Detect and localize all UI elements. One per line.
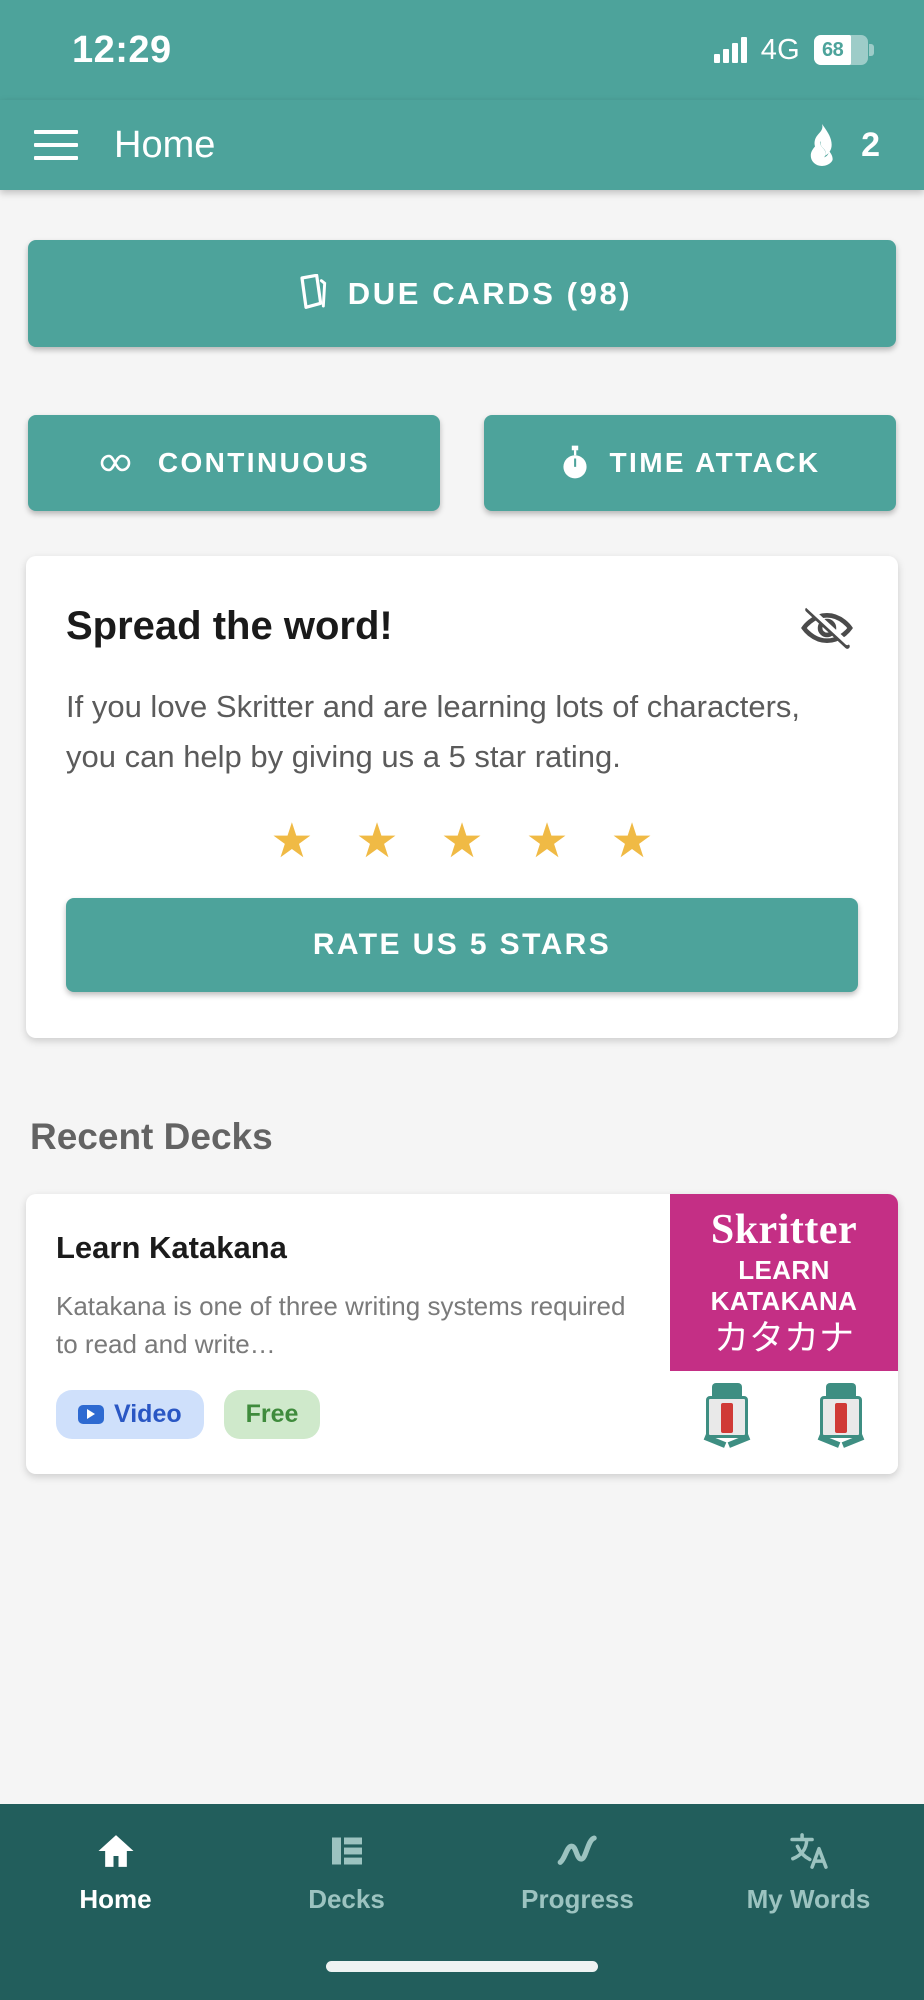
- recent-decks-title: Recent Decks: [30, 1116, 273, 1158]
- time-attack-button[interactable]: TIME ATTACK: [484, 415, 896, 511]
- star-icon[interactable]: ★: [270, 818, 313, 866]
- continuous-button[interactable]: CONTINUOUS: [28, 415, 440, 511]
- scroll-content: DUE CARDS (98) CONTINUOUS TIME ATTACK Sp…: [0, 190, 924, 1475]
- deck-thumbnail-image: [808, 1383, 874, 1455]
- nav-item-home[interactable]: Home: [0, 1830, 231, 1915]
- banner-brand-label: Skritter: [710, 1207, 858, 1254]
- star-icon[interactable]: ★: [526, 818, 569, 866]
- deck-chip-video[interactable]: Video: [56, 1389, 204, 1439]
- promo-body-text: If you love Skritter and are learning lo…: [66, 689, 801, 775]
- nav-label: Progress: [521, 1884, 634, 1914]
- nav-label: Home: [79, 1884, 152, 1914]
- eye-off-icon[interactable]: [800, 604, 854, 652]
- star-icon[interactable]: ★: [611, 818, 654, 866]
- deck-banner: Skritter LEARN KATAKANA カタカナ: [670, 1194, 898, 1372]
- due-cards-label: DUE CARDS (98): [347, 275, 633, 311]
- app-bar: Home 2: [0, 100, 924, 190]
- bottom-navigation-bar: Home Decks Progress My Words: [0, 1804, 924, 2000]
- status-bar: 12:29 4G 68: [0, 0, 924, 100]
- time-attack-label: TIME ATTACK: [609, 447, 821, 478]
- study-mode-row: CONTINUOUS TIME ATTACK: [0, 347, 924, 511]
- nav-item-decks[interactable]: Decks: [231, 1830, 462, 1915]
- deck-thumbnails: [670, 1371, 898, 1475]
- hamburger-menu-icon[interactable]: [34, 130, 78, 160]
- star-rating[interactable]: ★ ★ ★ ★ ★: [26, 782, 898, 866]
- spread-the-word-card: Spread the word! If you love Skritter an…: [26, 556, 898, 1039]
- continuous-label: CONTINUOUS: [157, 447, 371, 478]
- star-icon[interactable]: ★: [355, 818, 398, 866]
- rate-button-wrap: RATE US 5 STARS: [26, 866, 898, 1038]
- status-time: 12:29: [72, 28, 172, 71]
- home-icon: [96, 1830, 136, 1872]
- deck-chip-free[interactable]: Free: [223, 1389, 321, 1439]
- translate-icon: [789, 1830, 829, 1872]
- nav-item-my-words[interactable]: My Words: [693, 1830, 924, 1915]
- streak-count: 2: [861, 125, 880, 164]
- due-cards-button[interactable]: DUE CARDS (98): [28, 240, 896, 347]
- status-indicators: 4G 68: [713, 33, 874, 67]
- nav-label: Decks: [308, 1884, 385, 1914]
- rate-us-button[interactable]: RATE US 5 STARS: [66, 898, 858, 993]
- deck-description: Katakana is one of three writing systems…: [56, 1291, 626, 1360]
- home-indicator: [326, 1961, 598, 1972]
- battery-icon: 68: [814, 35, 874, 65]
- banner-kana-label: カタカナ: [713, 1318, 854, 1358]
- infinity-icon: [98, 451, 138, 475]
- chip-label: Free: [245, 1399, 299, 1428]
- due-cards-section: DUE CARDS (98): [0, 190, 924, 347]
- nav-label: My Words: [746, 1884, 871, 1914]
- chart-line-icon: [557, 1830, 599, 1872]
- battery-percent-label: 68: [822, 38, 844, 61]
- streak-indicator[interactable]: 2: [805, 124, 880, 166]
- star-icon[interactable]: ★: [440, 818, 483, 866]
- flame-icon: [805, 124, 839, 166]
- stopwatch-icon: [560, 445, 590, 481]
- cards-icon: [292, 273, 328, 314]
- network-type-label: 4G: [760, 33, 800, 66]
- deck-card-info: Learn Katakana Katakana is one of three …: [26, 1194, 670, 1474]
- list-icon: [329, 1830, 365, 1872]
- page-title: Home: [114, 123, 216, 166]
- app-root: 12:29 4G 68 Home 2 DUE CARDS (98) CONTIN…: [0, 0, 924, 2000]
- deck-card[interactable]: Learn Katakana Katakana is one of three …: [26, 1194, 898, 1475]
- chip-label: Video: [114, 1399, 182, 1428]
- deck-name: Learn Katakana: [56, 1230, 287, 1266]
- signal-bars-icon: [713, 37, 747, 63]
- promo-header: Spread the word!: [26, 556, 898, 652]
- banner-subtitle-label: LEARN KATAKANA: [710, 1254, 858, 1316]
- deck-thumbnail-image: [694, 1383, 760, 1455]
- nav-item-progress[interactable]: Progress: [462, 1830, 693, 1915]
- deck-artwork: Skritter LEARN KATAKANA カタカナ: [670, 1194, 898, 1475]
- deck-chip-row: Video Free: [56, 1389, 652, 1439]
- promo-title: Spread the word!: [66, 604, 393, 648]
- video-icon: [78, 1404, 104, 1424]
